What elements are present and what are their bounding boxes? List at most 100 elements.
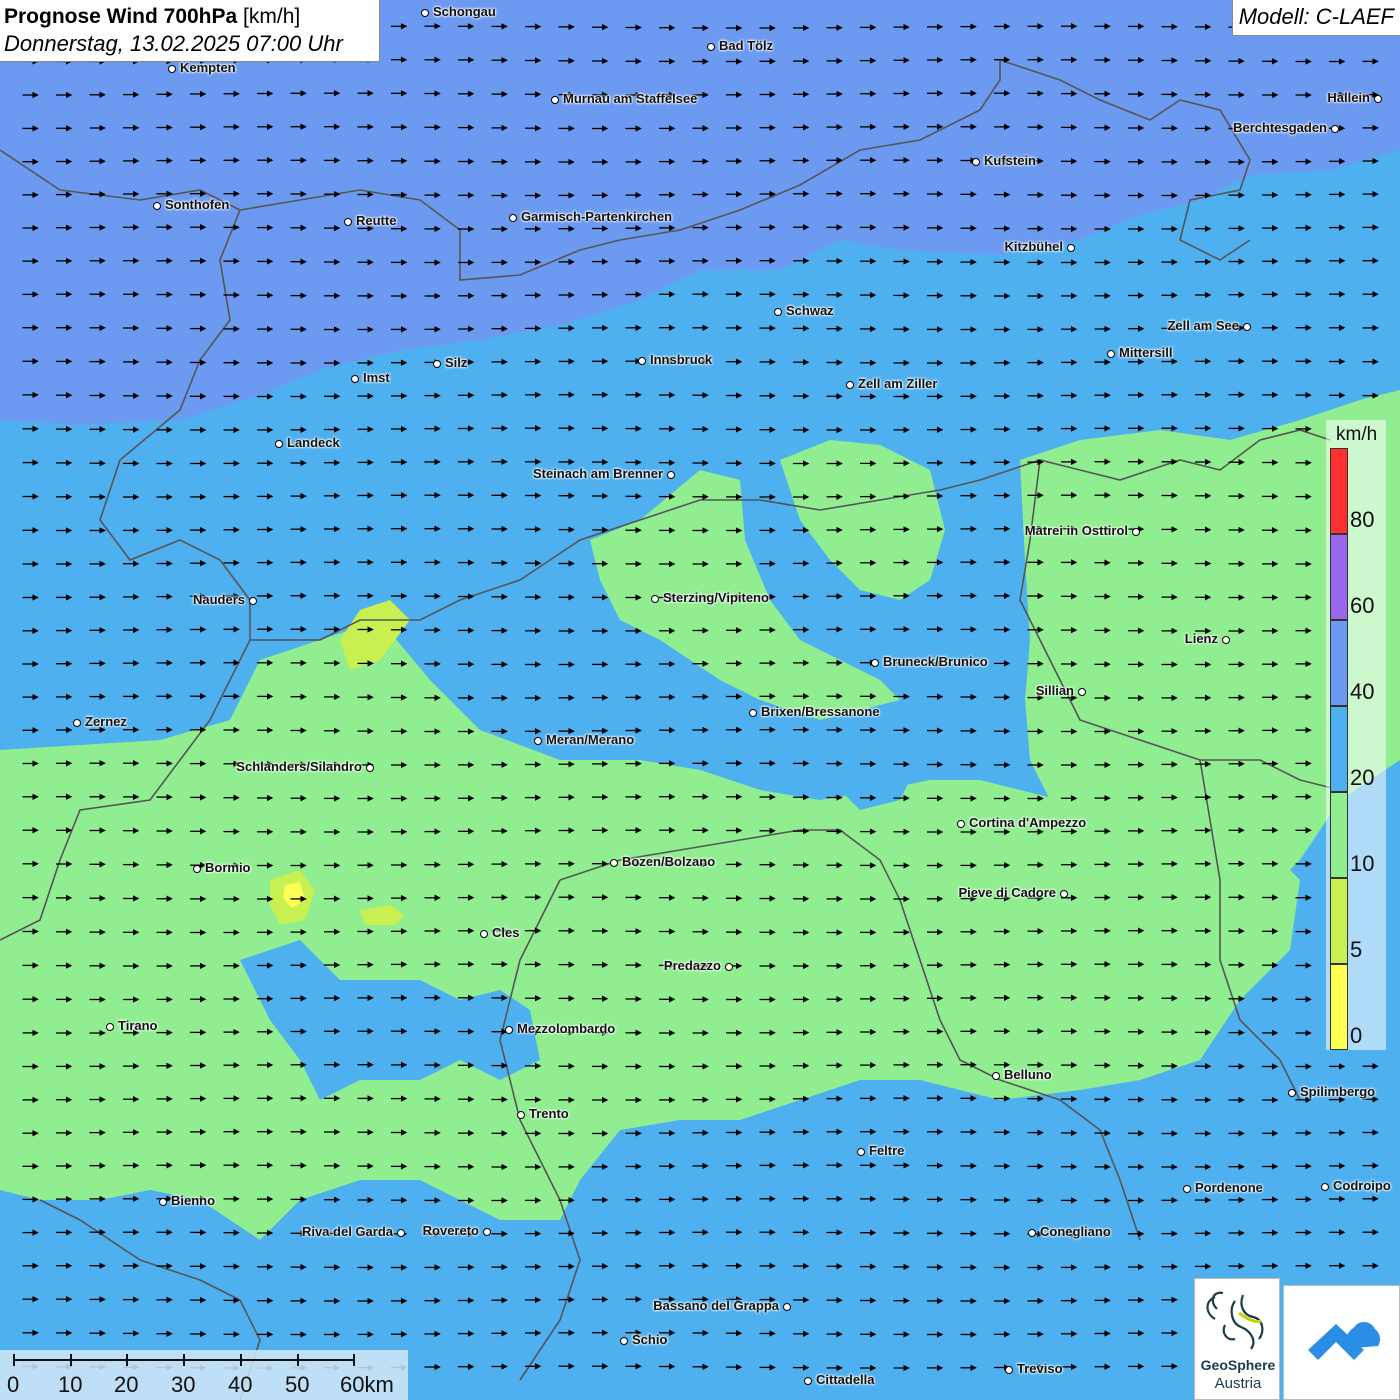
city-label: Schwaz — [786, 303, 834, 318]
city-label: Cittadella — [816, 1372, 875, 1387]
city-label: Treviso — [1017, 1361, 1063, 1376]
city-label: Meran/Merano — [546, 732, 635, 747]
city-label: Zernez — [85, 714, 127, 729]
scale-tick-60km: 60km — [340, 1372, 394, 1397]
geosphere-sub: Austria — [1214, 1375, 1262, 1392]
city-label: Brixen/Bressanone — [761, 704, 880, 719]
legend-tick-40: 40 — [1350, 679, 1375, 704]
legend-band-20-40 — [1330, 706, 1348, 792]
city-label: Zell am Ziller — [858, 376, 938, 391]
city-dot — [483, 1228, 491, 1236]
city-dot — [1060, 890, 1068, 898]
city-label: Mezzolombardo — [517, 1021, 616, 1036]
city-label: Bienno — [171, 1193, 216, 1208]
city-label: Riva del Garda — [301, 1224, 393, 1239]
legend-band-5-10 — [1330, 878, 1348, 964]
color-legend: km/h 80 60 40 20 10 5 0 — [1326, 420, 1386, 1050]
scale-tick-50: 50 — [285, 1372, 310, 1397]
city-dot — [344, 218, 352, 226]
forecast-datetime: Donnerstag, 13.02.2025 07:00 Uhr — [4, 31, 343, 56]
city-dot — [366, 764, 374, 772]
city-label: Pieve di Cadore — [958, 885, 1056, 900]
city-label: Bozen/Bolzano — [622, 854, 716, 869]
scale-bar: 0 10 20 30 40 50 60km — [0, 1350, 408, 1400]
city-label: Schio — [632, 1332, 668, 1347]
scale-tick-30: 30 — [171, 1372, 196, 1397]
city-label: Belluno — [1004, 1067, 1052, 1082]
model-label: Modell: C-LAEF — [1231, 0, 1400, 36]
city-dot — [1028, 1229, 1036, 1237]
legend-band-0-5 — [1330, 964, 1348, 1050]
scale-tick-0: 0 — [7, 1372, 20, 1397]
legend-tick-20: 20 — [1350, 765, 1375, 790]
city-label: Schlanders/Silandro — [236, 759, 362, 774]
city-dot — [725, 963, 733, 971]
scale-tick-10: 10 — [58, 1372, 83, 1397]
city-label: Pordenone — [1195, 1180, 1263, 1195]
city-label: Mittersill — [1119, 345, 1173, 360]
city-dot — [1078, 688, 1086, 696]
legend-band-80-plus — [1330, 448, 1348, 534]
city-dot — [106, 1023, 114, 1031]
city-dot — [638, 357, 646, 365]
city-label: Schongau — [433, 4, 496, 19]
city-dot — [992, 1072, 1000, 1080]
app-logo-icon — [1308, 1322, 1380, 1360]
city-dot — [193, 865, 201, 873]
city-dot — [509, 214, 517, 222]
city-dot — [1243, 323, 1251, 331]
city-dot — [774, 308, 782, 316]
city-dot — [957, 820, 965, 828]
legend-tick-80: 80 — [1350, 507, 1375, 532]
city-label: Sillian — [1035, 683, 1074, 698]
city-dot — [1132, 528, 1140, 536]
map-title-unit: [km/h] — [237, 5, 301, 28]
legend-tick-5: 5 — [1350, 937, 1363, 962]
city-dot — [275, 440, 283, 448]
app-logo[interactable] — [1283, 1285, 1400, 1400]
wind-forecast-map[interactable]: Prognose Wind 700hPa [km/h] Donnerstag, … — [0, 0, 1400, 1400]
city-label: Trento — [529, 1106, 569, 1121]
city-label: Bassano del Grappa — [653, 1298, 779, 1313]
city-label: Cortina d'Ampezzo — [969, 815, 1087, 830]
city-label: Cles — [492, 925, 520, 940]
city-dot — [1331, 125, 1339, 133]
city-label: Sterzing/Vipiteno — [663, 590, 769, 605]
title-box: Prognose Wind 700hPa [km/h] Donnerstag, … — [0, 0, 380, 62]
city-dot — [517, 1111, 525, 1119]
city-label: Kitzbühel — [1004, 239, 1064, 254]
scale-tick-40: 40 — [228, 1372, 253, 1397]
city-label: Lienz — [1184, 631, 1218, 646]
city-dot — [1321, 1183, 1329, 1191]
city-label: Bormio — [205, 860, 251, 875]
city-label: Kufstein — [984, 153, 1036, 168]
legend-unit: km/h — [1336, 424, 1378, 445]
city-dot — [707, 43, 715, 51]
city-dot — [651, 595, 659, 603]
city-label: Kempten — [180, 60, 236, 75]
city-label: Tirano — [118, 1018, 158, 1033]
city-dot — [505, 1026, 513, 1034]
scale-tick-20: 20 — [114, 1372, 139, 1397]
city-label: Conegliano — [1040, 1224, 1111, 1239]
city-dot — [1183, 1185, 1191, 1193]
city-label: Bad Tölz — [719, 38, 774, 53]
map-title: Prognose Wind 700hPa [km/h] — [4, 4, 375, 30]
city-label: Hallein — [1327, 90, 1370, 105]
city-dot — [421, 9, 429, 17]
city-label: Silz — [445, 355, 468, 370]
city-dot — [1005, 1366, 1013, 1374]
city-dot — [610, 859, 618, 867]
scale-bar-line — [13, 1354, 355, 1366]
city-dot — [159, 1198, 167, 1206]
city-label: Berchtesgaden — [1233, 120, 1327, 135]
city-dot — [804, 1377, 812, 1385]
geosphere-logo[interactable]: GeoSphere Austria — [1194, 1278, 1280, 1400]
city-label: Feltre — [869, 1143, 905, 1158]
city-dot — [1107, 350, 1115, 358]
city-dot — [667, 471, 675, 479]
city-dot — [534, 737, 542, 745]
city-label: Sonthofen — [165, 197, 230, 212]
city-label: Codroipo — [1333, 1178, 1391, 1193]
geosphere-name: GeoSphere — [1200, 1357, 1276, 1373]
